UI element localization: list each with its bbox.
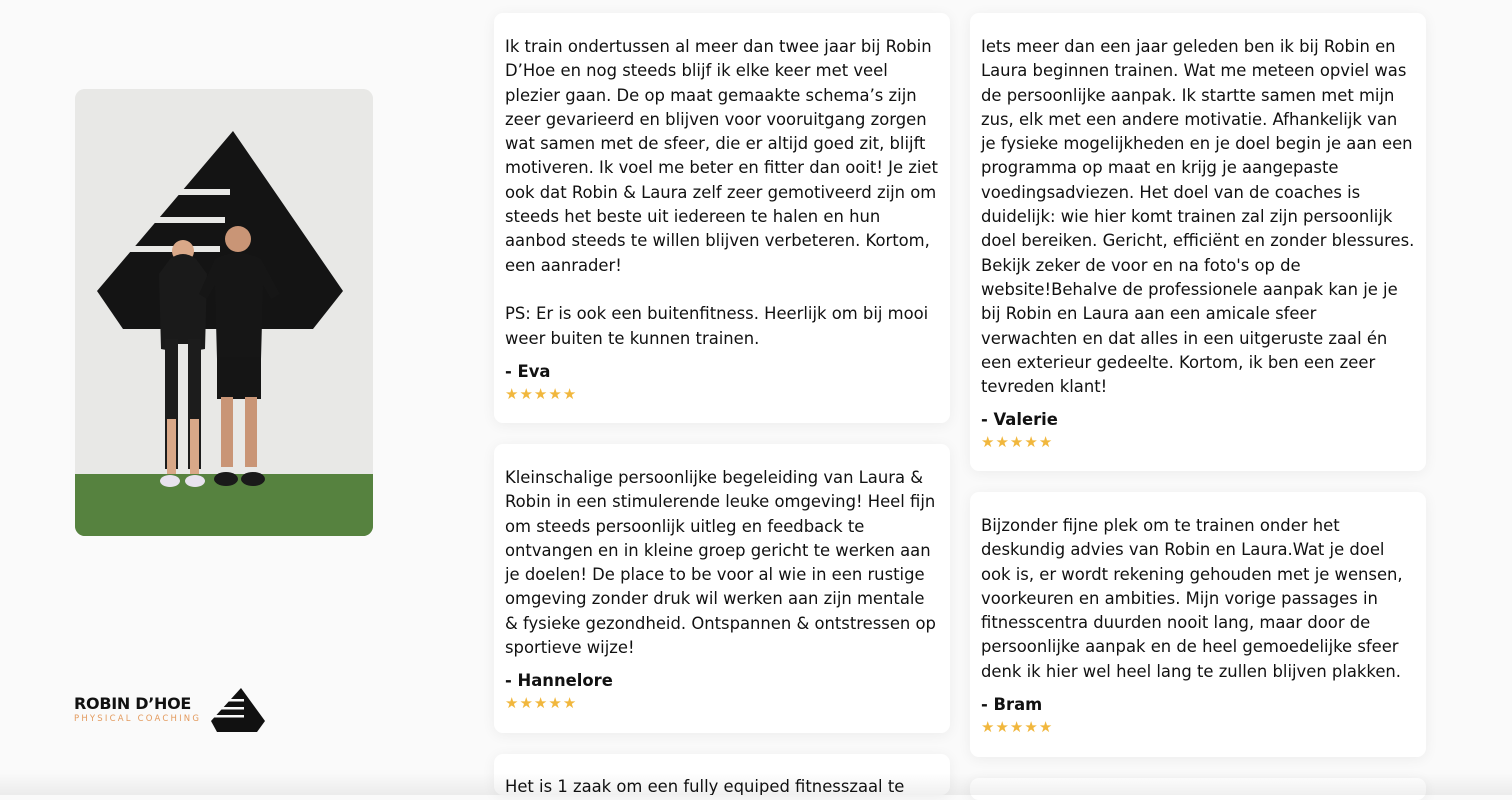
brand-name: ROBIN D’HOE bbox=[74, 694, 192, 713]
review-text: Ik train ondertussen al meer dan twee ja… bbox=[505, 37, 938, 348]
brand-logo-text: ROBIN D’HOE PHYSICAL COACHING bbox=[74, 695, 201, 725]
star-icon: ★ bbox=[548, 384, 562, 403]
review-card-eva: Ik train ondertussen al meer dan twee ja… bbox=[494, 13, 950, 423]
star-icon: ★ bbox=[533, 694, 548, 713]
review-card-partial-right bbox=[970, 778, 1426, 800]
star-rating: ★ ★ ★ ★ ★ bbox=[981, 718, 1415, 736]
review-author: - Hannelore bbox=[505, 671, 613, 691]
triangle-logo-icon bbox=[211, 688, 266, 732]
star-icon: ★ bbox=[519, 384, 533, 403]
star-icon: ★ bbox=[995, 718, 1009, 737]
star-icon: ★ bbox=[1024, 718, 1038, 737]
review-text: Iets meer dan een jaar geleden ben ik bi… bbox=[981, 37, 1415, 397]
star-icon: ★ bbox=[1038, 718, 1053, 737]
brand-logo[interactable]: ROBIN D’HOE PHYSICAL COACHING bbox=[74, 688, 266, 732]
review-text: Bijzonder fijne plek om te trainen onder… bbox=[981, 516, 1403, 681]
star-icon: ★ bbox=[562, 384, 577, 403]
star-icon: ★ bbox=[995, 433, 1009, 452]
star-icon: ★ bbox=[981, 433, 995, 452]
review-author: - Bram bbox=[981, 695, 1043, 715]
star-rating: ★ ★ ★ ★ ★ bbox=[505, 694, 939, 712]
star-icon: ★ bbox=[981, 718, 995, 737]
star-icon: ★ bbox=[1038, 433, 1053, 452]
star-icon: ★ bbox=[505, 694, 519, 713]
review-card-valerie: Iets meer dan een jaar geleden ben ik bi… bbox=[970, 13, 1426, 471]
review-text: Kleinschalige persoonlijke begeleiding v… bbox=[505, 468, 936, 658]
review-card-partial: Het is 1 zaak om een fully equiped fitne… bbox=[494, 754, 950, 795]
star-icon: ★ bbox=[519, 694, 533, 713]
review-card-bram: Bijzonder fijne plek om te trainen onder… bbox=[970, 492, 1426, 757]
star-icon: ★ bbox=[1009, 718, 1024, 737]
team-photo bbox=[75, 89, 373, 536]
review-author: - Eva bbox=[505, 361, 551, 381]
star-icon: ★ bbox=[562, 694, 577, 713]
star-rating: ★ ★ ★ ★ ★ bbox=[505, 385, 939, 403]
star-icon: ★ bbox=[548, 694, 562, 713]
review-text: Het is 1 zaak om een fully equiped fitne… bbox=[505, 777, 905, 795]
star-icon: ★ bbox=[505, 384, 519, 403]
star-icon: ★ bbox=[533, 384, 548, 403]
star-icon: ★ bbox=[1009, 433, 1024, 452]
team-photo-illustration bbox=[75, 89, 373, 536]
brand-tagline: PHYSICAL COACHING bbox=[74, 714, 202, 724]
star-rating: ★ ★ ★ ★ ★ bbox=[981, 433, 1415, 451]
review-card-hannelore: Kleinschalige persoonlijke begeleiding v… bbox=[494, 444, 950, 733]
review-author: - Valerie bbox=[981, 410, 1058, 430]
star-icon: ★ bbox=[1024, 433, 1038, 452]
